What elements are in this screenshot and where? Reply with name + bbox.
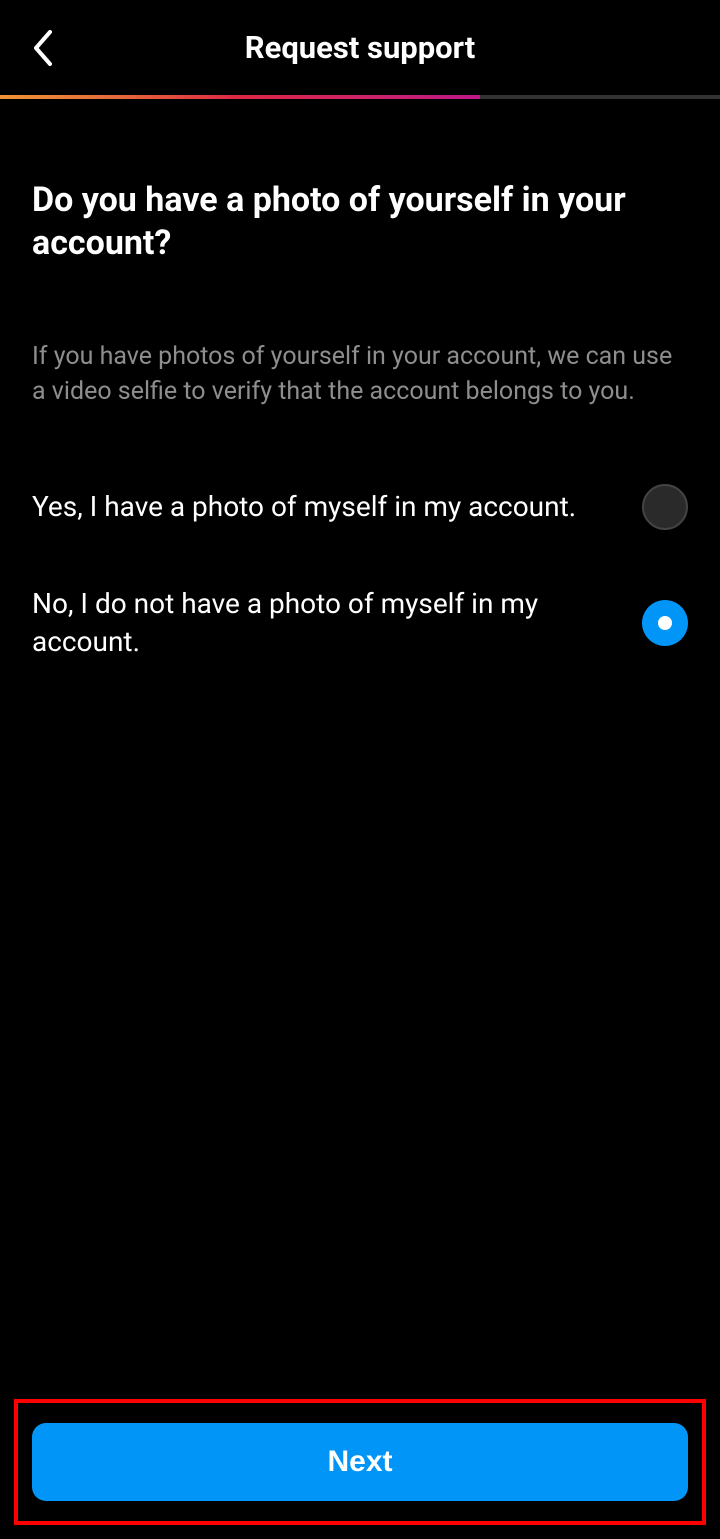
option-label: No, I do not have a photo of myself in m…: [32, 585, 642, 661]
question-description: If you have photos of yourself in your a…: [32, 339, 688, 409]
option-no[interactable]: No, I do not have a photo of myself in m…: [32, 585, 688, 661]
progress-segment-3: [480, 95, 720, 99]
header: Request support: [0, 0, 720, 95]
option-label: Yes, I have a photo of myself in my acco…: [32, 488, 642, 526]
content: Do you have a photo of yourself in your …: [0, 99, 720, 661]
option-yes[interactable]: Yes, I have a photo of myself in my acco…: [32, 484, 688, 530]
progress-bar: [0, 95, 720, 99]
next-button[interactable]: Next: [32, 1423, 688, 1501]
page-title: Request support: [0, 29, 720, 66]
progress-segment-2: [240, 95, 480, 99]
radio-button-unselected: [642, 484, 688, 530]
radio-button-selected: [642, 600, 688, 646]
chevron-left-icon: [30, 28, 58, 68]
progress-segment-1: [0, 95, 240, 99]
radio-inner-dot: [658, 616, 672, 630]
back-button[interactable]: [20, 24, 68, 72]
question-title: Do you have a photo of yourself in your …: [32, 179, 688, 264]
footer-highlight: Next: [14, 1399, 706, 1525]
